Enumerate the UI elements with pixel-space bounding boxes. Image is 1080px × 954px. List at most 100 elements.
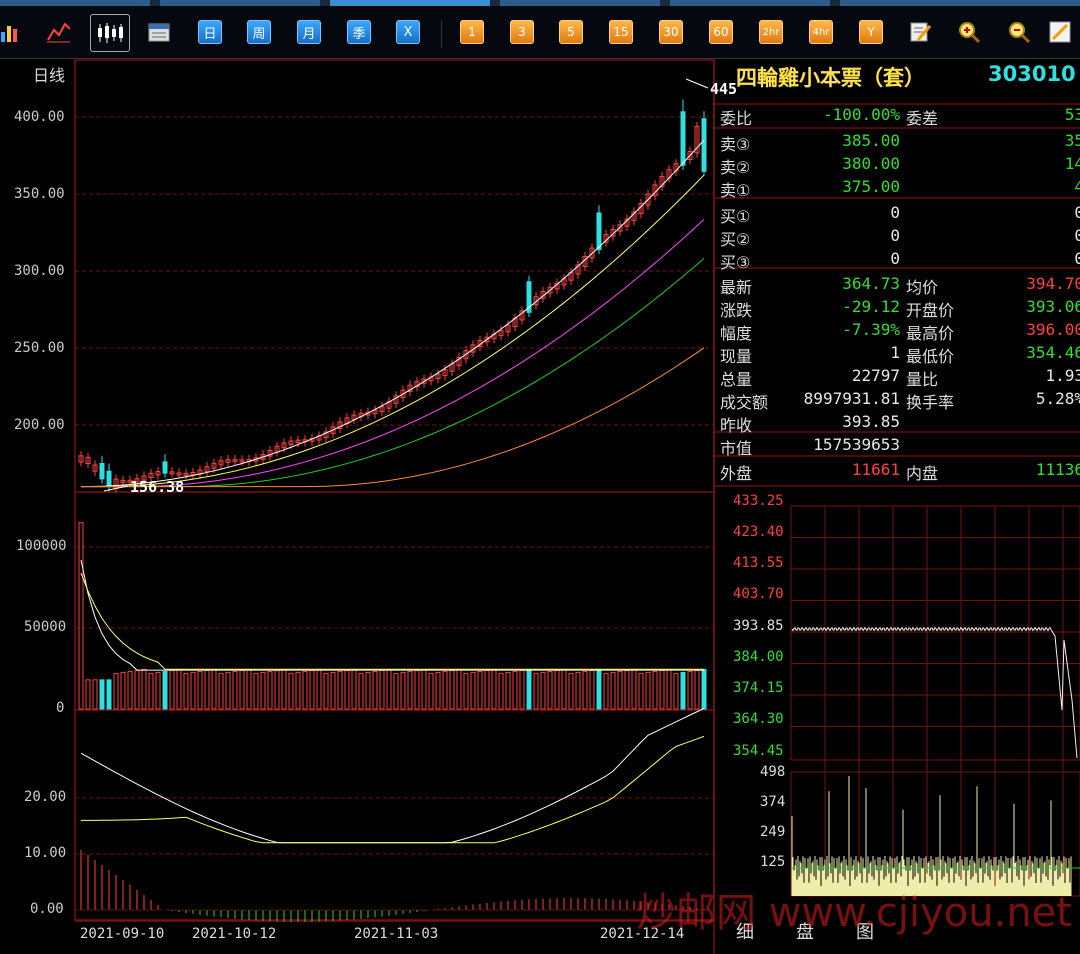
avg-price-label: 均价 [906,278,939,297]
stat-row-amount: 成交额 8997931.81 换手率 5.28% [714,389,1080,412]
indicator-line [80,735,705,844]
inner-volume-label: 内盘 [906,464,939,483]
volume-bar [246,668,252,710]
volume-bar [169,669,175,710]
volume-bar [554,669,560,710]
volume-bar [106,679,112,710]
volume-ma-line [80,572,704,670]
volume-bar [561,668,567,710]
volume-bar [428,672,434,710]
inner-volume-value: 11136 [1035,460,1080,479]
volume-bar [316,668,322,710]
ask-price: 385.00 [842,131,900,150]
intraday-price-tick: 384.00 [733,649,784,665]
ask-level-label: 卖③ [720,135,751,154]
volume-bar [253,672,259,710]
price-axis-tick: 300.00 [14,263,65,279]
indicator-axis-tick: 20.00 [24,789,67,805]
total-volume-value: 22797 [851,366,900,385]
volume-bar [281,668,287,710]
volume-bar [652,670,658,710]
ask-volume: 35 [1064,131,1080,150]
volume-bar [540,671,546,710]
weicha-value: 53 [1064,105,1080,124]
bid-row-2: 买② 0 0 [714,226,1080,249]
volume-bar [267,670,273,710]
volume-bar [197,670,203,710]
ask-price: 375.00 [842,177,900,196]
quote-title-row: 四輪雞小本票（套） 303010 [736,62,1080,90]
volume-bar [379,669,385,710]
volume-bar [617,670,623,710]
volume-bar [120,671,126,710]
current-volume-label: 现量 [720,347,753,366]
price-axis-tick: 350.00 [14,186,65,202]
volume-bar [141,668,147,710]
stock-code: 303010 [988,62,1076,86]
intraday-volume-tick: 249 [760,824,786,840]
bid-price: 0 [890,249,900,268]
volume-bar [512,670,518,710]
volume-bar [176,668,182,710]
price-axis-tick: 250.00 [14,340,65,356]
pct-value: -7.39% [842,320,900,339]
turnover-label: 换手率 [906,393,955,412]
volume-bar [225,671,231,710]
intraday-price-tick: 393.85 [733,618,784,634]
period-label: 日线 [33,66,66,85]
latest-label: 最新 [720,278,753,297]
weibi-row: 委比 -100.00% 委差 53 [714,105,1080,128]
prev-close-label: 昨收 [720,416,753,435]
low-price-label: 最低价 [906,347,955,366]
indicator-axis-tick: 0.00 [30,901,64,917]
candle-body [162,461,168,474]
ma60-line [81,347,705,488]
candle-body [701,118,707,172]
ask-level-label: 卖② [720,158,751,177]
intraday-price-line [791,626,1078,759]
volume-bar [99,679,105,710]
volume-ratio-value: 1.93 [1045,366,1080,385]
volume-bar [680,671,686,710]
volume-bar [449,669,455,710]
candle-body [596,212,602,251]
intraday-volume-tick: 374 [760,794,786,810]
volume-bar [589,669,595,710]
volume-bar [505,671,511,710]
volume-bar [190,671,196,710]
volume-bar [358,672,364,710]
volume-bar [694,669,700,710]
intraday-volume-tick: 125 [760,854,786,870]
open-price-label: 开盘价 [906,301,955,320]
volume-bar [645,671,651,710]
ask-volume: 4 [1074,177,1080,196]
volume-bar [526,668,532,710]
volume-bar [113,672,119,710]
date-axis-label: 2021-10-12 [192,926,277,942]
date-axis-label: 2021-09-10 [80,926,165,942]
market-cap-label: 市值 [720,439,753,458]
volume-bar [344,669,350,710]
volume-bar [666,668,672,710]
volume-bar [148,672,154,710]
volume-bar [85,679,91,710]
volume-bar [568,672,574,710]
volume-bar [295,671,301,710]
volume-bar [309,669,315,710]
turnover-value: 5.28% [1035,389,1080,408]
volume-bar [673,672,679,710]
volume-bar [456,668,462,710]
volume-bar [204,669,210,710]
volume-bar [407,670,413,710]
volume-bar [155,671,161,710]
stat-row-prevclose: 昨收 393.85 [714,412,1080,435]
total-volume-label: 总量 [720,370,753,389]
volume-bar [330,671,336,710]
low-price-marker: 156.38 [130,478,185,496]
ma10-line [81,174,705,488]
volume-bar [92,679,98,710]
candle-body [106,470,112,488]
stat-row-curvol: 现量 1 最低价 354.46 [714,343,1080,366]
date-axis-label: 2021-11-03 [354,926,439,942]
volume-bar [421,668,427,710]
